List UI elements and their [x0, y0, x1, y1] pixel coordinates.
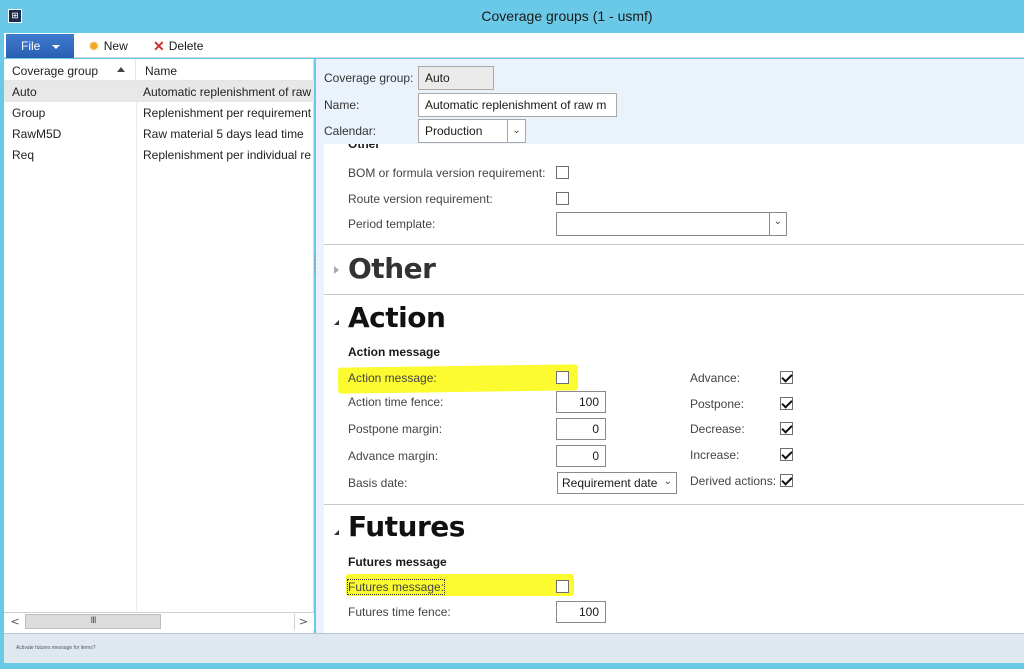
scroll-right-icon[interactable]: >: [294, 614, 312, 630]
bom-version-label: BOM or formula version requirement:: [348, 166, 546, 180]
name-input[interactable]: Automatic replenishment of raw m: [418, 93, 617, 117]
scroll-thumb[interactable]: III: [25, 614, 161, 629]
futures-message-checkbox[interactable]: [556, 580, 569, 593]
postpone-checkbox[interactable]: [780, 397, 793, 410]
futures-time-fence-input[interactable]: 100: [556, 601, 606, 623]
collapse-futures-icon[interactable]: [334, 530, 339, 535]
cell-name: Raw material 5 days lead time: [143, 127, 304, 141]
column-header-label: Coverage group: [12, 64, 99, 78]
decrease-label: Decrease:: [690, 422, 745, 436]
route-version-label: Route version requirement:: [348, 192, 493, 206]
delete-label: Delete: [168, 39, 204, 53]
basis-date-label: Basis date:: [348, 476, 408, 490]
section-divider: [324, 244, 1024, 245]
sort-ascending-icon: [117, 67, 125, 72]
increase-label: Increase:: [690, 448, 740, 462]
collapse-action-icon[interactable]: [334, 320, 339, 325]
cell-coverage-group: Auto: [12, 85, 37, 99]
advance-checkbox[interactable]: [780, 371, 793, 384]
action-time-fence-label: Action time fence:: [348, 395, 444, 409]
advance-label: Advance:: [690, 371, 741, 385]
cell-name: Replenishment per requirement: [143, 106, 311, 120]
section-futures-header[interactable]: Futures: [348, 510, 465, 543]
grid-row[interactable]: Req Replenishment per individual require…: [4, 144, 314, 165]
section-divider: [324, 504, 1024, 505]
basis-date-value: Requirement date: [562, 476, 658, 490]
section-divider: [324, 294, 1024, 295]
window-title: Coverage groups (1 - usmf): [481, 8, 653, 24]
action-time-fence-input[interactable]: 100: [556, 391, 606, 413]
coverage-group-field: Coverage group: Auto: [316, 66, 616, 92]
period-template-label: Period template:: [348, 217, 436, 231]
cell-name: Replenishment per individual requirement: [143, 148, 311, 162]
name-label: Name:: [324, 98, 360, 112]
decrease-checkbox[interactable]: [780, 422, 793, 435]
futures-message-label: Futures message:: [346, 579, 446, 595]
route-version-checkbox[interactable]: [556, 192, 569, 205]
coverage-group-input[interactable]: Auto: [418, 66, 494, 90]
new-label: New: [103, 39, 128, 53]
grid-row[interactable]: RawM5D Raw material 5 days lead time: [4, 123, 314, 144]
action-message-group-title: Action message: [348, 345, 441, 359]
futures-message-group-title: Futures message: [348, 555, 447, 569]
file-menu-button[interactable]: File: [6, 34, 74, 58]
name-field: Name: Automatic replenishment of raw m: [316, 93, 636, 119]
advance-margin-label: Advance margin:: [348, 449, 439, 463]
action-pane: File ✹ New ✕ Delete: [4, 33, 1024, 58]
period-template-select[interactable]: ⌄: [556, 212, 787, 236]
chevron-down-icon: [52, 44, 61, 49]
basis-date-select[interactable]: Requirement date ⌄: [557, 472, 677, 494]
chevron-down-icon[interactable]: ⌄: [507, 120, 525, 142]
delete-x-icon: ✕: [153, 38, 165, 54]
horizontal-scrollbar[interactable]: < III >: [4, 612, 314, 630]
other-group-heading: Other: [348, 144, 381, 151]
scroll-left-icon[interactable]: <: [6, 614, 24, 630]
action-message-label: Action message:: [348, 371, 437, 385]
calendar-label: Calendar:: [324, 124, 377, 138]
bom-version-checkbox[interactable]: [556, 166, 569, 179]
calendar-value: Production: [425, 124, 483, 138]
cell-coverage-group: Req: [12, 148, 35, 162]
calendar-select[interactable]: Production ⌄: [418, 119, 526, 143]
advance-margin-input[interactable]: 0: [556, 445, 606, 467]
chevron-down-icon: ⌄: [663, 476, 672, 487]
action-message-checkbox[interactable]: [556, 371, 569, 384]
grid-row[interactable]: Group Replenishment per requirement: [4, 102, 314, 123]
coverage-groups-grid: Coverage group Name Auto Automatic reple…: [4, 59, 314, 633]
derived-actions-label: Derived actions:: [690, 474, 777, 488]
derived-actions-checkbox[interactable]: [780, 474, 793, 487]
cell-coverage-group: Group: [12, 106, 46, 120]
status-bar: Activate futures message for items?: [4, 633, 1024, 663]
postpone-margin-input[interactable]: 0: [556, 418, 606, 440]
status-text: Activate futures message for items?: [16, 645, 96, 651]
title-bar: ⊞ Coverage groups (1 - usmf): [0, 0, 1024, 33]
section-other-header[interactable]: Other: [348, 252, 436, 285]
grid-row[interactable]: Auto Automatic replenishment of raw mate…: [4, 81, 314, 102]
file-label: File: [21, 39, 41, 53]
postpone-margin-label: Postpone margin:: [348, 422, 443, 436]
chevron-down-icon: ⌄: [773, 216, 782, 227]
calendar-field: Calendar: Production ⌄: [316, 119, 636, 145]
delete-button[interactable]: ✕ Delete: [153, 37, 203, 55]
increase-checkbox[interactable]: [780, 448, 793, 461]
coverage-group-label: Coverage group:: [324, 71, 414, 85]
cell-coverage-group: RawM5D: [12, 127, 62, 141]
cell-name: Automatic replenishment of raw materials: [143, 85, 311, 99]
postpone-label: Postpone:: [690, 397, 745, 411]
expand-other-icon[interactable]: [334, 266, 339, 274]
form-content: Other BOM or formula version requirement…: [324, 144, 1024, 633]
grid-header: Coverage group Name: [4, 59, 314, 81]
column-header-coverage-group[interactable]: Coverage group: [4, 59, 136, 81]
column-header-name[interactable]: Name: [137, 59, 314, 81]
futures-time-fence-label: Futures time fence:: [348, 605, 451, 619]
column-header-label: Name: [145, 64, 178, 78]
section-action-header[interactable]: Action: [348, 301, 446, 334]
new-button[interactable]: ✹ New: [88, 37, 128, 55]
new-sun-icon: ✹: [88, 38, 100, 54]
